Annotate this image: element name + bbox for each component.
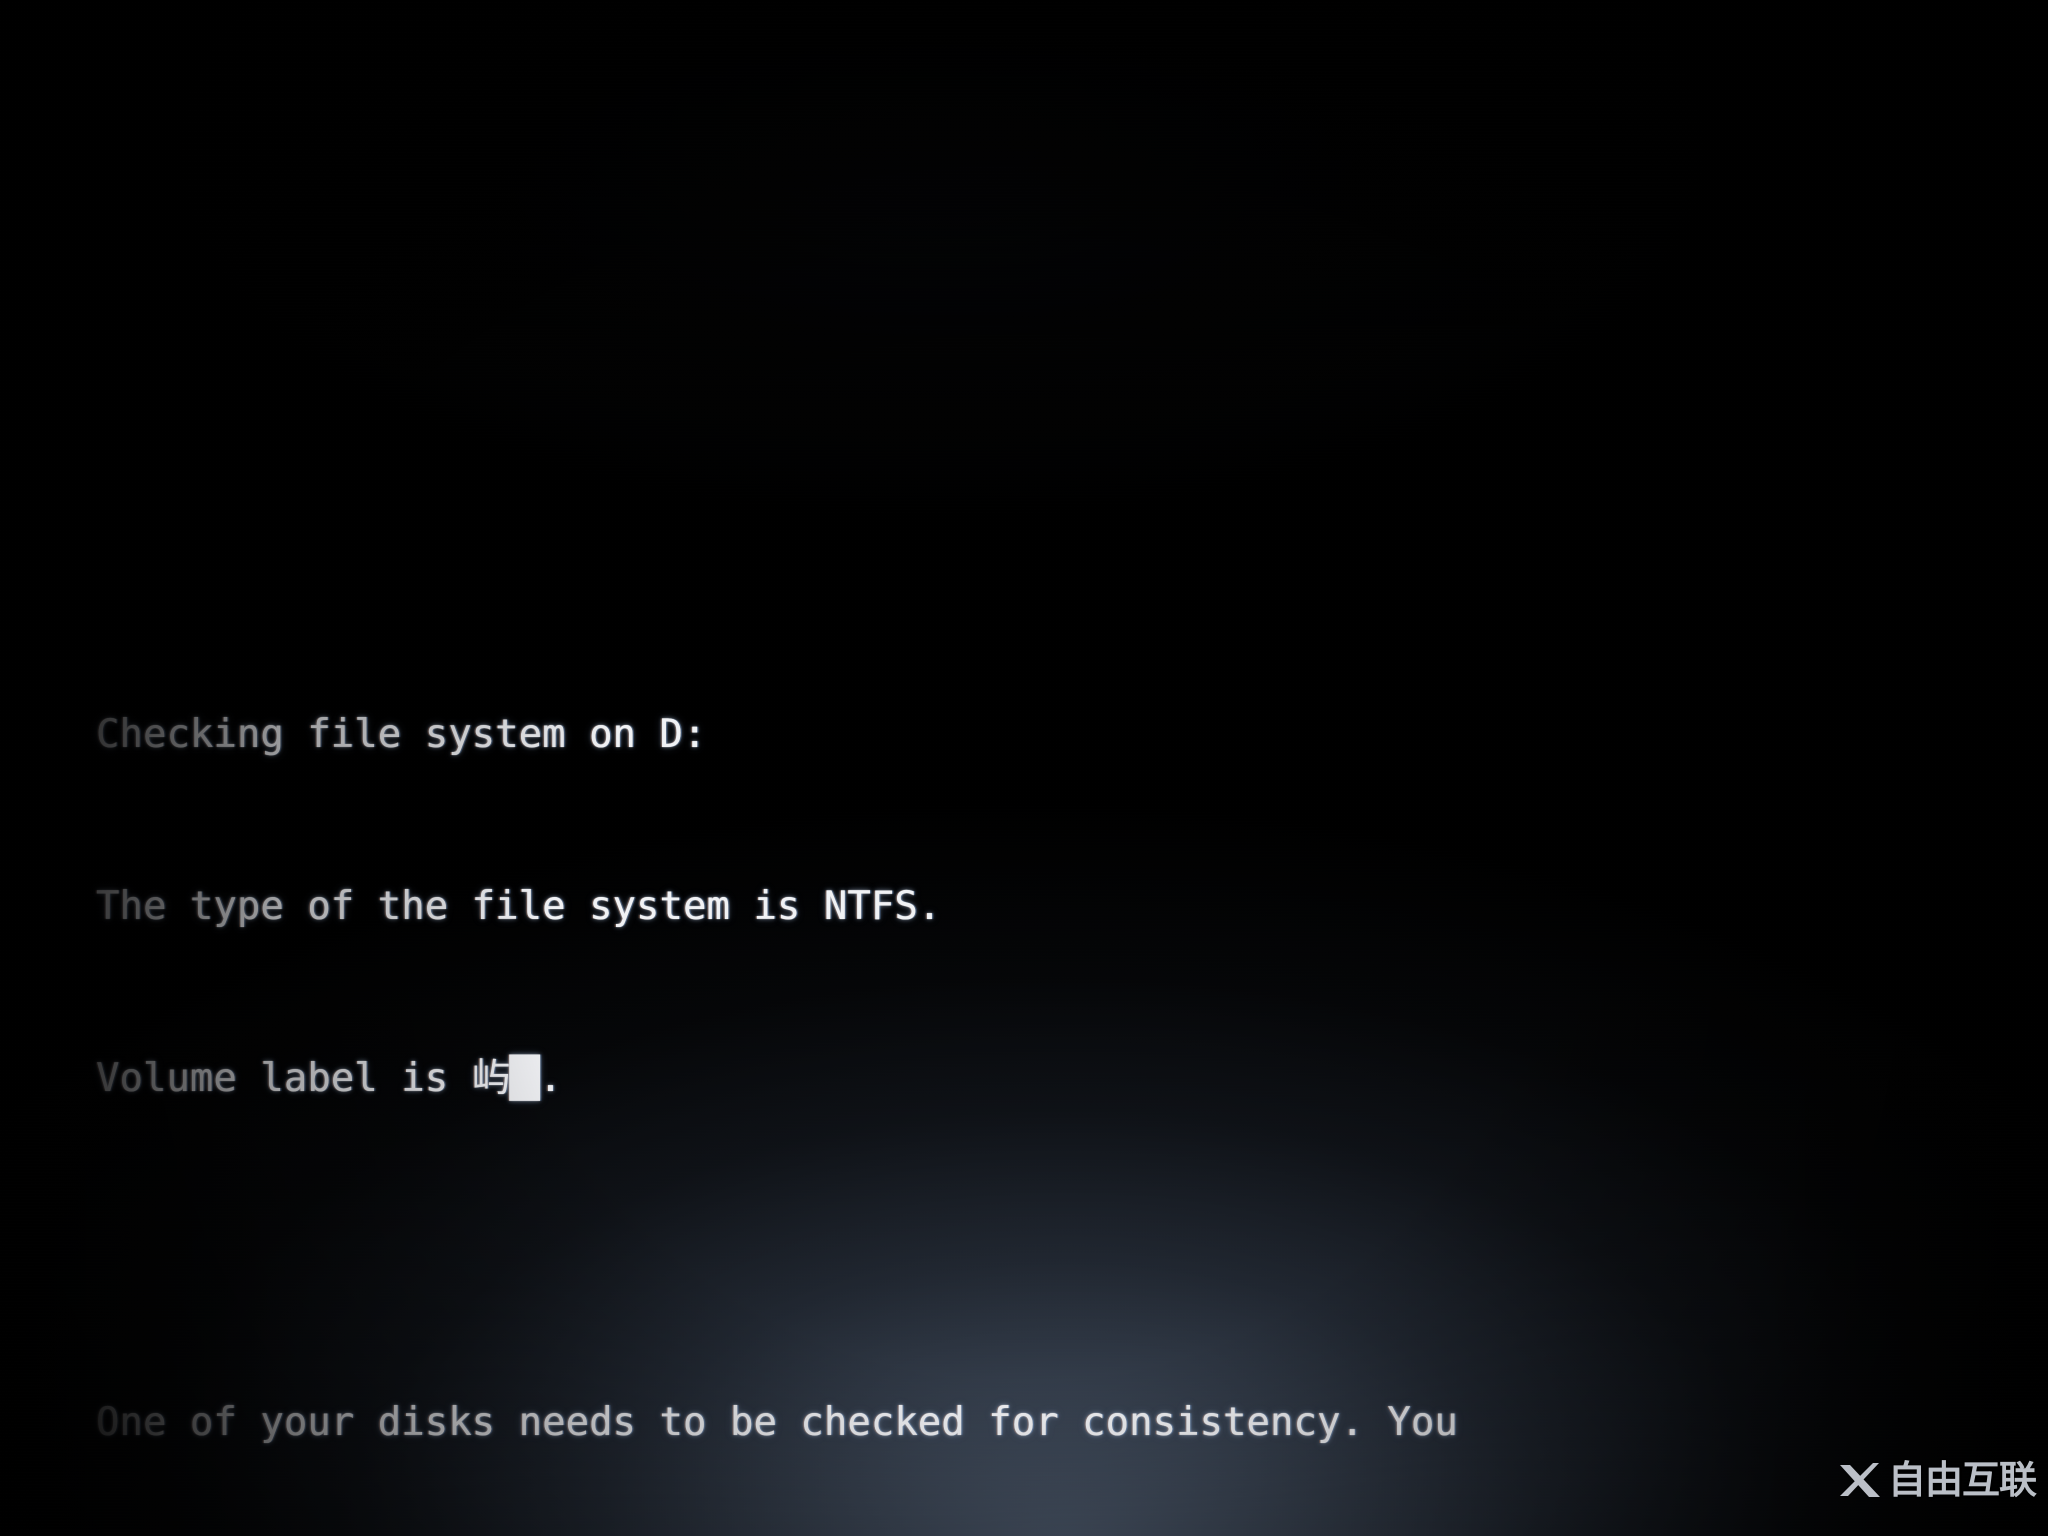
console-line-blank-spacer (96, 1229, 2048, 1272)
photo-vignette (0, 0, 2048, 1536)
monitor-photo-screen: Checking file system on D: The type of t… (0, 0, 2048, 1536)
watermark-text: 自由互联 (1887, 1458, 2037, 1502)
photo-vignette-sides (0, 0, 2048, 1536)
photo-sensor-grain (0, 0, 2048, 1536)
console-line-checking-filesystem: Checking file system on D: (96, 712, 707, 757)
console-line-volume-label: Volume label is 屿█. (96, 1057, 2048, 1100)
photo-vignette-top (0, 0, 2048, 707)
backlight-glow-upper (0, 0, 2048, 953)
volume-label-prefix: Volume label is (96, 1056, 472, 1101)
backlight-glow-main (0, 0, 2048, 1536)
volume-label-suffix: . (538, 1056, 563, 1101)
chkdsk-console-output: Checking file system on D: The type of t… (96, 584, 2048, 1536)
watermark-x-logo-icon (1839, 1463, 1880, 1497)
console-line-filesystem-type: The type of the file system is NTFS. (96, 884, 942, 929)
watermark: 自由互联 (1839, 1458, 2037, 1502)
volume-label-garbled-glyphs: 屿█ (471, 1056, 540, 1101)
console-line-consistency-warning-1: One of your disks needs to be checked fo… (96, 1400, 1458, 1445)
backlight-glow-soft (0, 0, 2048, 1536)
